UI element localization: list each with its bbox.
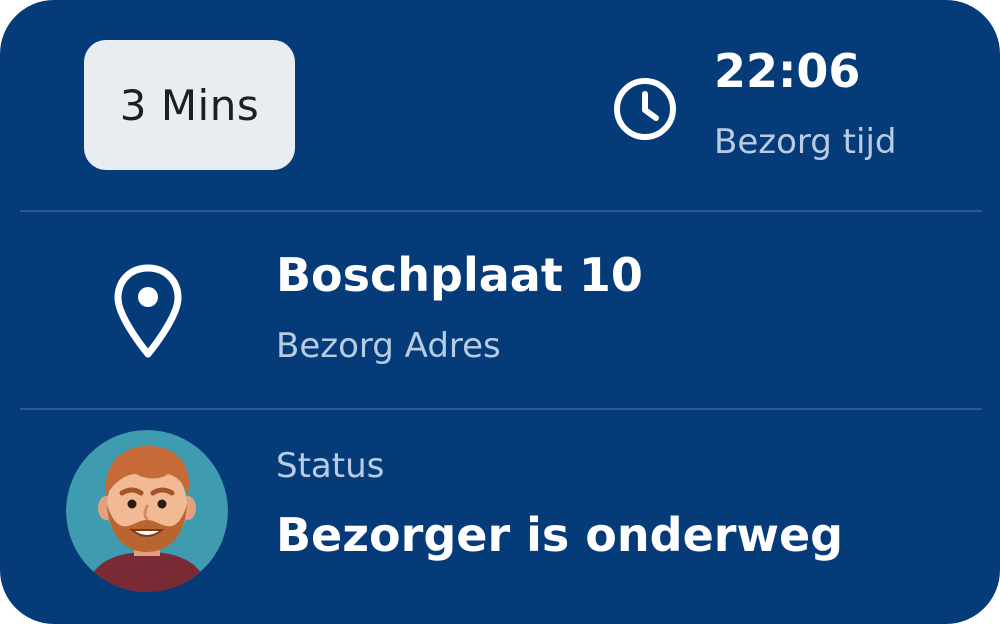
divider [20,210,982,212]
location-pin-icon [114,264,182,358]
delivery-time-label: Bezorg tijd [714,122,897,162]
eta-badge: 3 Mins [84,40,295,170]
divider [20,408,982,410]
delivery-address-value: Boschplaat 10 [276,248,643,302]
delivery-status-card: 3 Mins 22:06 Bezorg tijd Boschplaat 10 B… [0,0,1000,624]
status-label: Status [276,446,385,486]
status-value: Bezorger is onderweg [276,508,844,562]
clock-icon [614,78,676,140]
delivery-time-value: 22:06 [714,44,861,98]
courier-avatar [66,430,228,592]
delivery-address-label: Bezorg Adres [276,326,501,366]
